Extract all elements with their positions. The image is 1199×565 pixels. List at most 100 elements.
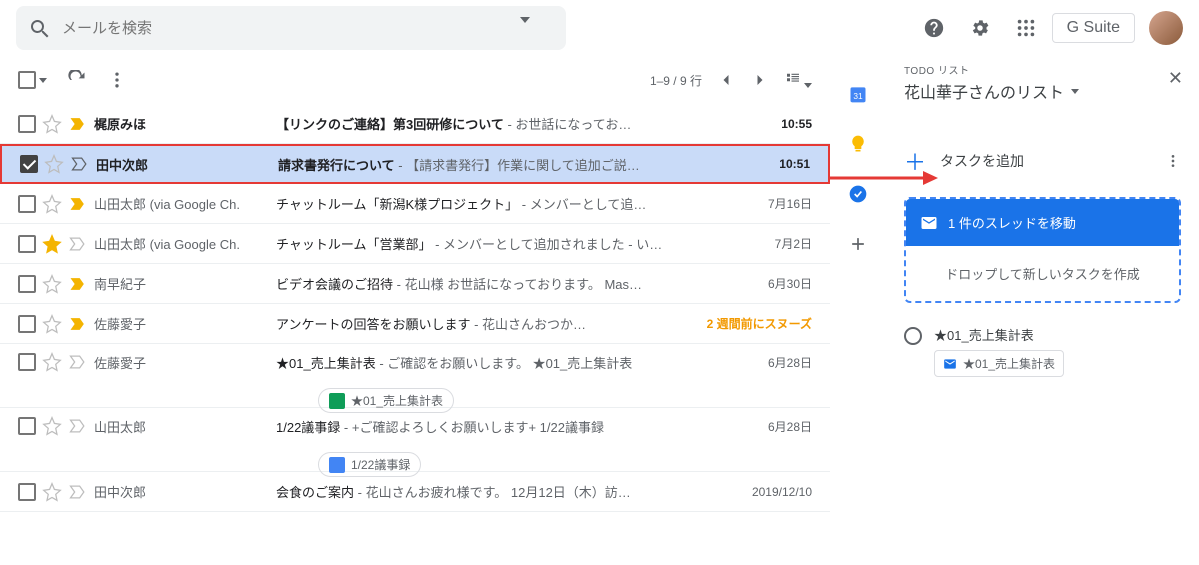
drop-body: ドロップして新しいタスクを作成 [906, 246, 1179, 301]
date: 7月2日 [732, 235, 812, 252]
search-options-icon[interactable] [520, 17, 542, 39]
mail-icon [943, 357, 957, 371]
important-icon[interactable] [68, 274, 88, 294]
prev-page-button[interactable] [716, 70, 736, 90]
important-icon[interactable] [68, 352, 88, 372]
docs-icon [329, 457, 345, 473]
row-checkbox[interactable] [18, 195, 36, 213]
star-icon[interactable] [42, 352, 62, 372]
search-input[interactable] [62, 20, 520, 37]
sender: 梶原みほ [94, 114, 270, 133]
sheets-icon [329, 393, 345, 409]
gsuite-badge[interactable]: G Suite [1052, 13, 1135, 43]
select-all[interactable] [18, 71, 47, 89]
settings-button[interactable] [960, 8, 1000, 48]
row-checkbox[interactable] [18, 483, 36, 501]
mail-icon [920, 214, 938, 232]
important-icon[interactable] [68, 416, 88, 436]
search-icon [28, 17, 50, 39]
mail-row[interactable]: 田中次郎 会食のご案内 - 花山さんお疲れ様です。 12月12日（木）訪… 20… [0, 472, 830, 512]
addons-icon[interactable] [848, 234, 868, 254]
mail-row[interactable]: 南早紀子 ビデオ会議のご招待 - 花山様 お世話になっております。 Mas… 6… [0, 264, 830, 304]
sender: 佐藤愛子 [94, 314, 270, 333]
date: 10:55 [732, 117, 812, 131]
tasks-icon[interactable] [848, 184, 868, 204]
avatar[interactable] [1149, 11, 1183, 45]
row-checkbox[interactable] [18, 353, 36, 371]
sender: 山田太郎 [94, 417, 270, 436]
date: 6月28日 [732, 418, 812, 435]
search-box[interactable] [16, 6, 566, 50]
close-icon[interactable]: ✕ [1168, 68, 1183, 89]
sender: 佐藤愛子 [94, 353, 270, 372]
sender: 山田太郎 (via Google Ch. [94, 234, 270, 253]
refresh-button[interactable] [67, 70, 87, 90]
task-title: ★01_売上集計表 [934, 325, 1064, 344]
star-icon[interactable] [42, 314, 62, 334]
important-icon[interactable] [68, 194, 88, 214]
tasks-list-picker[interactable]: 花山華子さんのリスト [904, 79, 1181, 103]
subject-line: 1/22議事録 - +ご確認よろしくお願いします+ 1/22議事録 [276, 417, 726, 436]
attachment-chip[interactable]: ★01_売上集計表 [318, 388, 454, 413]
sender: 南早紀子 [94, 274, 270, 293]
date: 10:51 [730, 157, 810, 171]
row-checkbox[interactable] [18, 235, 36, 253]
date: 6月30日 [732, 275, 812, 292]
mail-row[interactable]: 佐藤愛子 ★01_売上集計表 - ご確認をお願いします。 ★01_売上集計表 6… [0, 344, 830, 408]
list-toolbar: 1–9 / 9 行 [0, 56, 830, 104]
important-icon[interactable] [68, 114, 88, 134]
star-icon[interactable] [42, 482, 62, 502]
star-icon[interactable] [44, 154, 64, 174]
tasks-header-small: TODO リスト [904, 62, 1181, 77]
row-checkbox[interactable] [18, 275, 36, 293]
subject-line: 請求書発行について - 【請求書発行】作業に関して追加ご説… [278, 155, 724, 174]
mail-row[interactable]: 山田太郎 (via Google Ch. チャットルーム「新潟K様プロジェクト」… [0, 184, 830, 224]
date: 7月16日 [732, 195, 812, 212]
row-checkbox[interactable] [20, 155, 38, 173]
task-item[interactable]: ★01_売上集計表 ★01_売上集計表 [904, 325, 1181, 377]
plus-icon: ＋ [904, 145, 926, 177]
important-icon[interactable] [70, 154, 90, 174]
more-icon[interactable] [1165, 153, 1181, 169]
drop-zone[interactable]: 1 件のスレッドを移動 ドロップして新しいタスクを作成 [904, 197, 1181, 303]
mail-row[interactable]: 梶原みほ 【リンクのご連絡】第3回研修について - お世話になってお… 10:5… [0, 104, 830, 144]
support-button[interactable] [914, 8, 954, 48]
mail-row[interactable]: 山田太郎 (via Google Ch. チャットルーム「営業部」 - メンバー… [0, 224, 830, 264]
snooze-tag: 2 週間前にスヌーズ [707, 315, 812, 332]
row-checkbox[interactable] [18, 417, 36, 435]
side-rail: 31 [830, 56, 886, 565]
keep-icon[interactable] [848, 134, 868, 154]
add-task-button[interactable]: ＋ タスクを追加 [904, 145, 1181, 177]
mail-list-pane: 1–9 / 9 行 梶原みほ 【リンクのご連絡】第3回研修について - お世話に… [0, 56, 830, 565]
svg-text:31: 31 [853, 91, 863, 101]
task-radio[interactable] [904, 327, 922, 345]
task-source-chip[interactable]: ★01_売上集計表 [934, 350, 1064, 377]
sender: 山田太郎 (via Google Ch. [94, 194, 270, 213]
range-label: 1–9 / 9 行 [650, 72, 702, 89]
star-icon[interactable] [42, 416, 62, 436]
mail-row[interactable]: 佐藤愛子 アンケートの回答をお願いします - 花山さんおつか… 2 週間前にスヌ… [0, 304, 830, 344]
mail-row[interactable]: 山田太郎 1/22議事録 - +ご確認よろしくお願いします+ 1/22議事録 6… [0, 408, 830, 472]
important-icon[interactable] [68, 314, 88, 334]
sender: 田中次郎 [96, 155, 272, 174]
calendar-icon[interactable]: 31 [848, 84, 868, 104]
date: 2019/12/10 [732, 485, 812, 499]
row-checkbox[interactable] [18, 115, 36, 133]
density-button[interactable] [784, 70, 812, 91]
subject-line: ★01_売上集計表 - ご確認をお願いします。 ★01_売上集計表 [276, 353, 726, 372]
mail-row-selected[interactable]: 田中次郎 請求書発行について - 【請求書発行】作業に関して追加ご説… 10:5… [0, 144, 830, 184]
apps-button[interactable] [1006, 8, 1046, 48]
drop-banner: 1 件のスレッドを移動 [906, 199, 1179, 246]
attachment-chip[interactable]: 1/22議事録 [318, 452, 421, 477]
row-checkbox[interactable] [18, 315, 36, 333]
subject-line: 【リンクのご連絡】第3回研修について - お世話になってお… [276, 114, 726, 133]
star-icon[interactable] [42, 194, 62, 214]
next-page-button[interactable] [750, 70, 770, 90]
star-icon[interactable] [42, 234, 62, 254]
star-icon[interactable] [42, 274, 62, 294]
important-icon[interactable] [68, 482, 88, 502]
star-icon[interactable] [42, 114, 62, 134]
more-button[interactable] [107, 70, 127, 90]
important-icon[interactable] [68, 234, 88, 254]
subject-line: チャットルーム「新潟K様プロジェクト」 - メンバーとして追… [276, 194, 726, 213]
